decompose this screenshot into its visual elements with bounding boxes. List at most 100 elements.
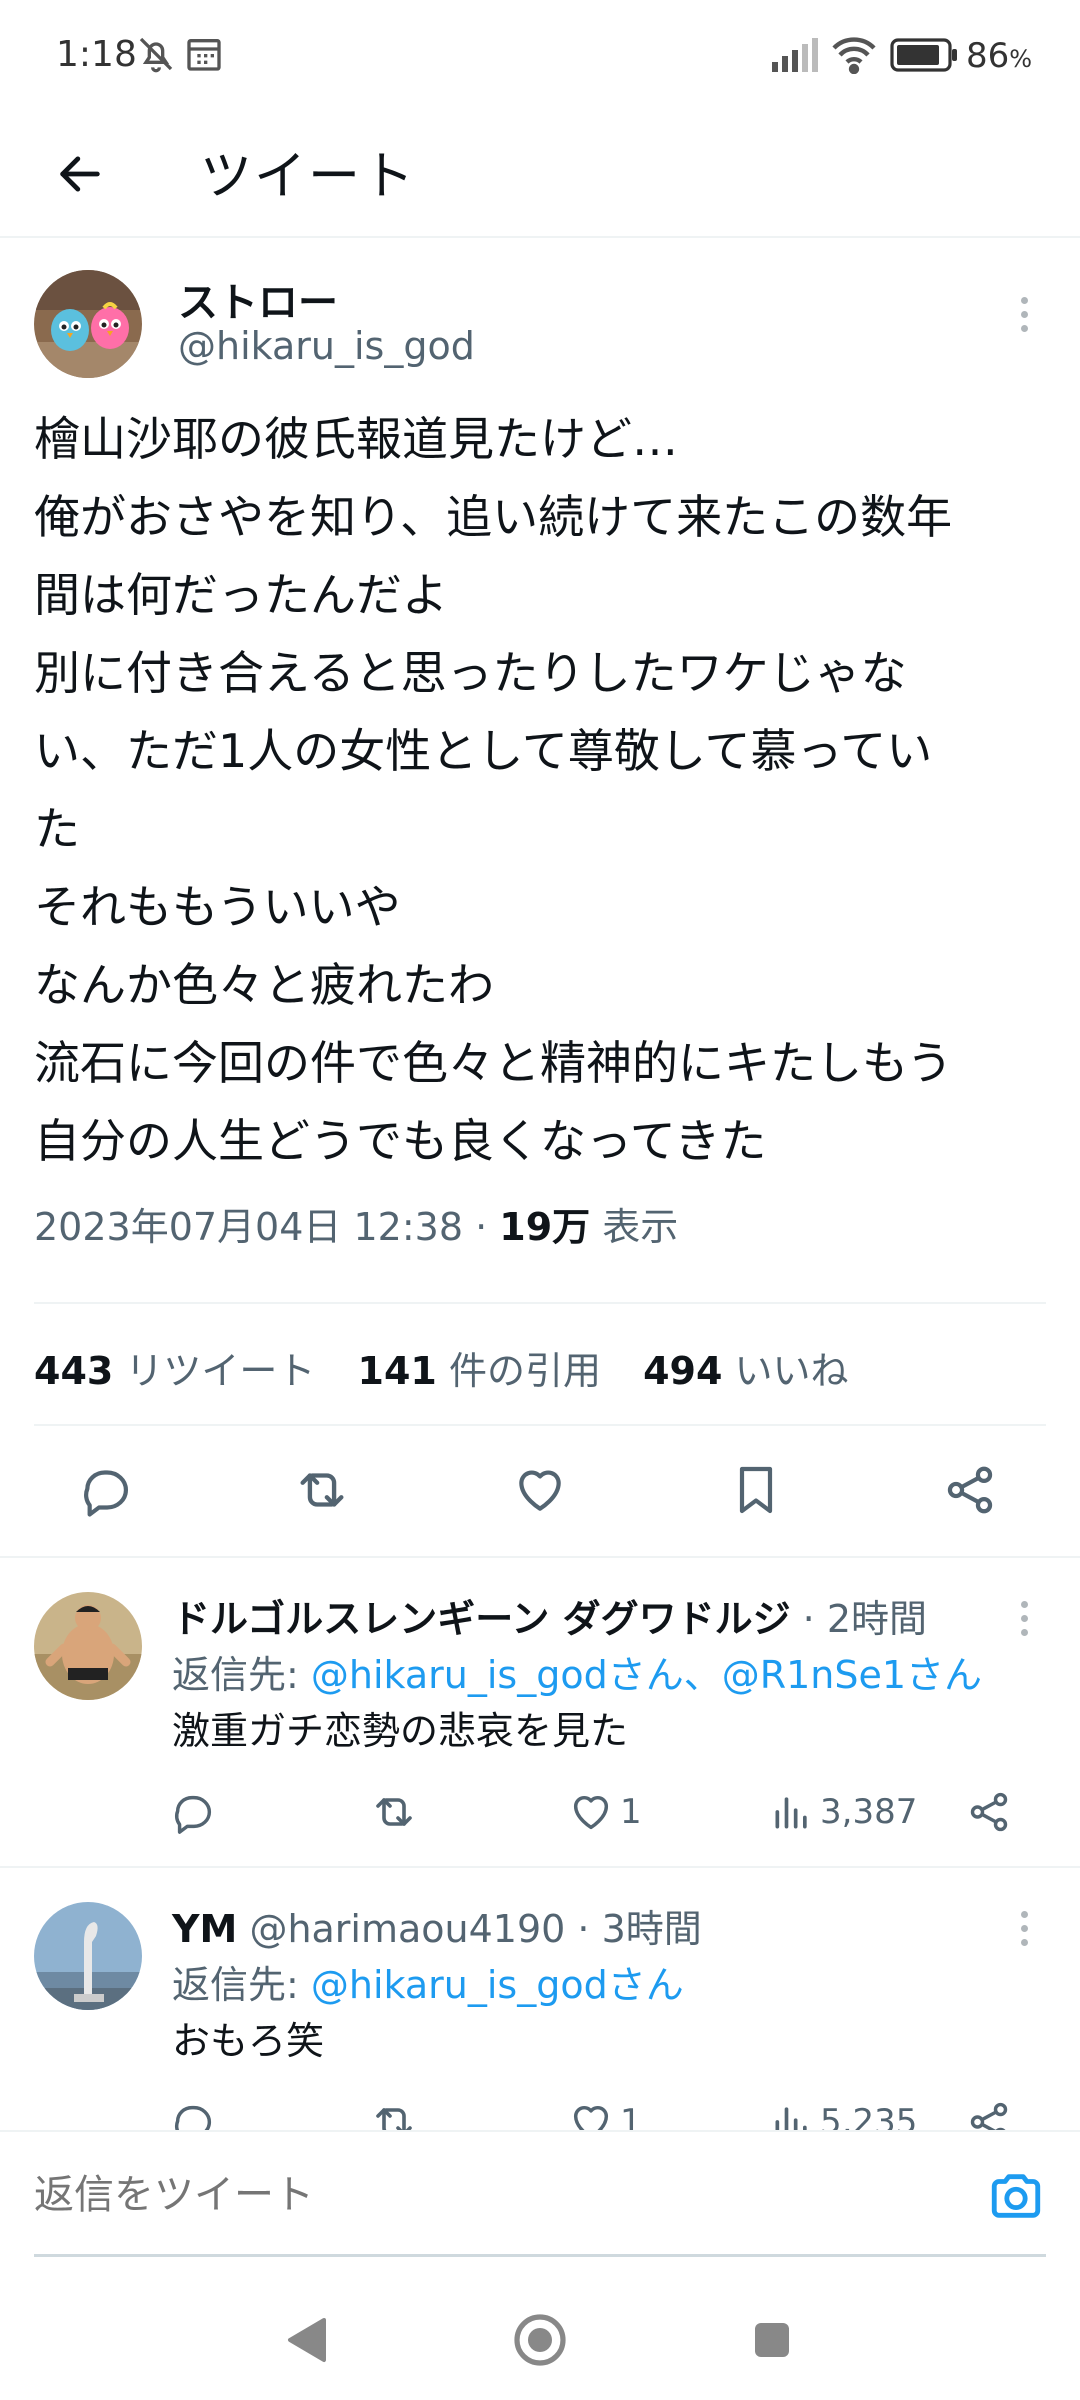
triangle-back-icon xyxy=(288,2318,326,2362)
reply-action-bar: 1 5,235 xyxy=(0,2092,1080,2130)
reply-handle[interactable]: @harimaou4190 xyxy=(249,1907,565,1951)
reply-input[interactable] xyxy=(34,2172,934,2218)
like-button[interactable]: 1 xyxy=(568,1782,642,1842)
like-stat[interactable]: 494 いいね xyxy=(643,1349,848,1393)
reply-to: 返信先: @hikaru_is_godさん、@R1nSe1さん xyxy=(172,1653,983,1697)
reply-author: ドルゴルスレンギーン ダグワドルジ · 2時間 xyxy=(172,1597,928,1641)
arrow-left-icon xyxy=(60,156,100,192)
nav-recents-button[interactable] xyxy=(732,2300,812,2380)
views-button[interactable]: 5,235 xyxy=(770,2092,917,2130)
like-count: 1 xyxy=(620,1792,642,1832)
share-icon xyxy=(970,1792,1008,1832)
tweet-line: た xyxy=(34,802,80,856)
retweet-icon xyxy=(376,1798,412,1826)
more-vertical-icon xyxy=(1020,1910,1028,1918)
reply-tweet[interactable]: ドルゴルスレンギーン ダグワドルジ · 2時間 返信先: @hikaru_is_… xyxy=(0,1558,1080,1868)
reply-button[interactable] xyxy=(170,2092,216,2130)
reply-button[interactable] xyxy=(66,1450,146,1530)
status-bar: 1:18 86% xyxy=(0,0,1080,110)
analytics-icon xyxy=(775,1797,807,1829)
mention-link[interactable]: @hikaru_is_godさん xyxy=(311,1963,684,2007)
retweet-stat[interactable]: 443 リツイート xyxy=(34,1349,315,1393)
bell-off-icon xyxy=(136,34,176,78)
retweet-icon xyxy=(376,2108,412,2130)
comment-icon xyxy=(174,1795,212,1834)
battery-level: 86% xyxy=(966,36,1033,76)
reply-author: YM @harimaou4190 · 3時間 xyxy=(172,1907,702,1951)
heart-icon xyxy=(573,1795,609,1830)
nav-back-button[interactable] xyxy=(266,2300,346,2380)
signal-icon xyxy=(770,34,820,78)
views-button[interactable]: 3,387 xyxy=(770,1782,917,1842)
share-button[interactable] xyxy=(966,1782,1012,1842)
reply-avatar[interactable] xyxy=(34,1592,142,1700)
reply-action-bar: 1 3,387 xyxy=(0,1782,1080,1852)
tweet-line: 流石に今回の件で色々と精神的にキたしもう xyxy=(34,1036,953,1090)
like-button[interactable]: 1 xyxy=(568,2092,642,2130)
divider xyxy=(34,1302,1046,1304)
top-app-bar: ツイート xyxy=(0,110,1080,238)
nav-home-button[interactable] xyxy=(500,2300,580,2380)
status-time: 1:18 xyxy=(56,34,137,75)
view-count: 19万 xyxy=(499,1205,591,1249)
compose-underline xyxy=(34,2254,1046,2257)
tweet-line: 自分の人生どうでも良くなってきた xyxy=(34,1114,767,1168)
more-vertical-icon xyxy=(1020,1600,1028,1608)
tweet-line: 間は何だったんだよ xyxy=(34,568,448,622)
like-button[interactable] xyxy=(500,1450,580,1530)
view-label: 表示 xyxy=(602,1205,679,1249)
reply-text: 激重ガチ恋勢の悲哀を見た xyxy=(172,1709,629,1753)
back-button[interactable] xyxy=(40,134,120,214)
reply-author-name[interactable]: ドルゴルスレンギーン ダグワドルジ xyxy=(172,1597,791,1641)
share-icon xyxy=(947,1466,993,1514)
battery-icon xyxy=(890,38,960,76)
tweet-timestamp[interactable]: 2023年07月04日 12:38 xyxy=(34,1205,463,1249)
tweet-action-bar xyxy=(0,1450,1080,1540)
heart-icon xyxy=(519,1470,561,1511)
reply-more-button[interactable] xyxy=(1004,1588,1044,1648)
tweet-line: なんか色々と疲れたわ xyxy=(34,958,494,1012)
reply-time: 3時間 xyxy=(601,1907,702,1951)
heart-icon xyxy=(573,2105,609,2130)
comment-icon xyxy=(174,2105,212,2130)
reply-text: おもろ笑 xyxy=(172,2019,325,2063)
circle-home-icon xyxy=(514,2314,566,2366)
tweet-line: 檜山沙耶の彼氏報道見たけど… xyxy=(34,412,678,466)
retweet-icon xyxy=(300,1473,344,1507)
analytics-icon xyxy=(775,2107,807,2130)
retweet-button[interactable] xyxy=(370,1782,418,1842)
mention-link[interactable]: @hikaru_is_godさん、@R1nSe1さん xyxy=(311,1653,982,1697)
more-options-button[interactable] xyxy=(1004,284,1044,344)
author-name[interactable]: ストロー xyxy=(178,270,338,328)
reply-to: 返信先: @hikaru_is_godさん xyxy=(172,1963,684,2007)
page-title: ツイート xyxy=(200,147,417,207)
camera-button[interactable] xyxy=(978,2158,1054,2234)
divider xyxy=(34,1424,1046,1426)
reply-button[interactable] xyxy=(170,1782,216,1842)
reply-author-name[interactable]: YM xyxy=(172,1907,237,1951)
tweet-text: 檜山沙耶の彼氏報道見たけど… 俺がおさやを知り、追い続けて来たこの数年 間は何だ… xyxy=(34,400,1044,1180)
author-avatar[interactable] xyxy=(34,270,142,378)
square-recents-icon xyxy=(755,2323,789,2357)
view-count: 3,387 xyxy=(820,1792,918,1832)
retweet-button[interactable] xyxy=(370,2092,418,2130)
share-button[interactable] xyxy=(966,2092,1012,2130)
share-button[interactable] xyxy=(930,1450,1010,1530)
reply-more-button[interactable] xyxy=(1004,1898,1044,1958)
reply-time: 2時間 xyxy=(826,1597,928,1641)
reply-compose-bar xyxy=(0,2130,1080,2270)
like-count: 1 xyxy=(620,2102,642,2130)
reply-tweet[interactable]: YM @harimaou4190 · 3時間 返信先: @hikaru_is_g… xyxy=(0,1868,1080,2130)
more-vertical-icon xyxy=(1020,296,1028,304)
camera-icon xyxy=(991,2174,1041,2218)
reply-avatar[interactable] xyxy=(34,1902,142,2010)
retweet-button[interactable] xyxy=(282,1450,362,1530)
engagement-stats: 443 リツイート 141 件の引用 494 いいね xyxy=(34,1340,849,1395)
bookmark-icon xyxy=(739,1466,773,1514)
author-handle[interactable]: @hikaru_is_god xyxy=(178,324,475,368)
wifi-icon xyxy=(830,34,878,78)
comment-icon xyxy=(84,1470,128,1517)
quote-stat[interactable]: 141 件の引用 xyxy=(358,1349,601,1393)
tweet-meta: 2023年07月04日 12:38 · 19万 表示 xyxy=(34,1205,679,1249)
bookmark-button[interactable] xyxy=(716,1450,796,1530)
